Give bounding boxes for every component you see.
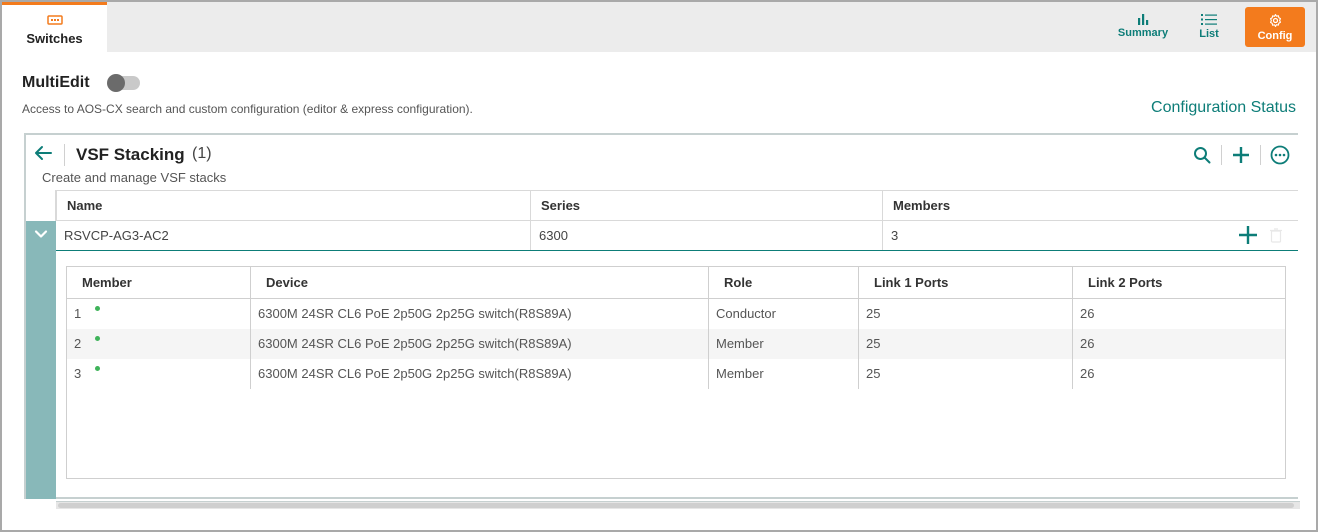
stack-series: 6300: [530, 221, 882, 250]
switch-icon: [46, 15, 63, 25]
config-view-label: Config: [1257, 30, 1293, 42]
vsf-stacking-panel: VSF Stacking (1) Create and manage VSF s…: [24, 133, 1300, 509]
tab-switches[interactable]: Switches: [2, 2, 107, 52]
divider: [64, 144, 65, 166]
device-cell: 6300M 24SR CL6 PoE 2p50G 2p25G switch(R8…: [250, 329, 708, 359]
add-member-icon[interactable]: [1238, 225, 1258, 245]
role-cell: Conductor: [708, 299, 858, 329]
more-options-icon: [1270, 145, 1290, 165]
table-row[interactable]: 1 6300M 24SR CL6 PoE 2p50G 2p25G switch(…: [67, 299, 1285, 329]
stacks-table-header: Name Series Members: [56, 190, 1298, 221]
table-row[interactable]: RSVCP-AG3-AC2 6300 3: [56, 221, 1298, 251]
table-row[interactable]: 2 6300M 24SR CL6 PoE 2p50G 2p25G switch(…: [67, 329, 1285, 359]
multiedit-label: MultiEdit: [22, 74, 90, 91]
list-view-label: List: [1199, 28, 1219, 40]
member-number: 3: [74, 366, 82, 381]
column-header-link2-ports[interactable]: Link 2 Ports: [1072, 267, 1285, 298]
column-header-role[interactable]: Role: [708, 267, 858, 298]
status-dot-icon: [95, 336, 101, 341]
column-header-members[interactable]: Members: [882, 191, 1298, 221]
list-icon: [1201, 14, 1217, 25]
horizontal-scrollbar[interactable]: [56, 501, 1300, 509]
back-arrow-icon[interactable]: [34, 145, 52, 161]
member-cell: 2: [67, 329, 250, 359]
column-header-link1-ports[interactable]: Link 1 Ports: [858, 267, 1072, 298]
expanded-row-band: [26, 221, 56, 499]
delete-icon[interactable]: [1270, 228, 1282, 243]
multiedit-toggle[interactable]: [107, 74, 140, 92]
panel-toolbar: [1190, 143, 1292, 167]
add-stack-button[interactable]: [1229, 143, 1253, 167]
plus-icon: [1233, 147, 1249, 163]
stack-name: RSVCP-AG3-AC2: [64, 228, 169, 243]
member-number: 1: [74, 306, 82, 321]
member-cell: 1: [67, 299, 250, 329]
search-icon: [1194, 147, 1211, 164]
device-cell: 6300M 24SR CL6 PoE 2p50G 2p25G switch(R8…: [250, 359, 708, 389]
member-number: 2: [74, 336, 82, 351]
link1-ports-cell: 25: [858, 329, 1072, 359]
device-cell: 6300M 24SR CL6 PoE 2p50G 2p25G switch(R8…: [250, 299, 708, 329]
summary-view-label: Summary: [1117, 27, 1169, 39]
tab-switches-label: Switches: [26, 31, 83, 46]
scrollbar-thumb[interactable]: [58, 503, 1294, 508]
config-view-button[interactable]: Config: [1245, 7, 1305, 47]
gear-icon: [1269, 14, 1281, 27]
summary-view-button[interactable]: Summary: [1114, 9, 1172, 47]
status-dot-icon: [95, 306, 101, 311]
column-header-device[interactable]: Device: [250, 267, 708, 298]
stack-members: 3: [882, 221, 1298, 250]
link2-ports-cell: 26: [1072, 299, 1285, 329]
column-header-name[interactable]: Name: [56, 191, 530, 221]
search-button[interactable]: [1190, 143, 1214, 167]
configuration-status-link[interactable]: Configuration Status: [1151, 99, 1296, 117]
status-dot-icon: [95, 366, 101, 371]
members-table: Member Device Role Link 1 Ports Link 2 P…: [66, 266, 1286, 479]
list-view-button[interactable]: List: [1192, 9, 1226, 47]
table-row[interactable]: 3 6300M 24SR CL6 PoE 2p50G 2p25G switch(…: [67, 359, 1285, 389]
column-header-series[interactable]: Series: [530, 191, 882, 221]
role-cell: Member: [708, 359, 858, 389]
divider: [1221, 145, 1222, 165]
link2-ports-cell: 26: [1072, 329, 1285, 359]
panel-title: VSF Stacking: [76, 145, 185, 164]
toggle-knob: [107, 74, 125, 92]
role-cell: Member: [708, 329, 858, 359]
bar-chart-icon: [1138, 14, 1149, 25]
panel-count: (1): [192, 145, 212, 162]
link1-ports-cell: 25: [858, 299, 1072, 329]
divider: [1260, 145, 1261, 165]
chevron-down-icon[interactable]: [34, 229, 48, 239]
members-table-header: Member Device Role Link 1 Ports Link 2 P…: [67, 267, 1285, 299]
link2-ports-cell: 26: [1072, 359, 1285, 389]
member-cell: 3: [67, 359, 250, 389]
multiedit-description: Access to AOS-CX search and custom confi…: [22, 102, 473, 116]
link1-ports-cell: 25: [858, 359, 1072, 389]
more-options-button[interactable]: [1268, 143, 1292, 167]
panel-subtitle: Create and manage VSF stacks: [42, 170, 227, 185]
app-frame: Switches Summary List Config MultiEdit A…: [0, 0, 1318, 532]
top-bar: Switches Summary List Config: [2, 2, 1316, 52]
column-header-member[interactable]: Member: [67, 267, 250, 298]
